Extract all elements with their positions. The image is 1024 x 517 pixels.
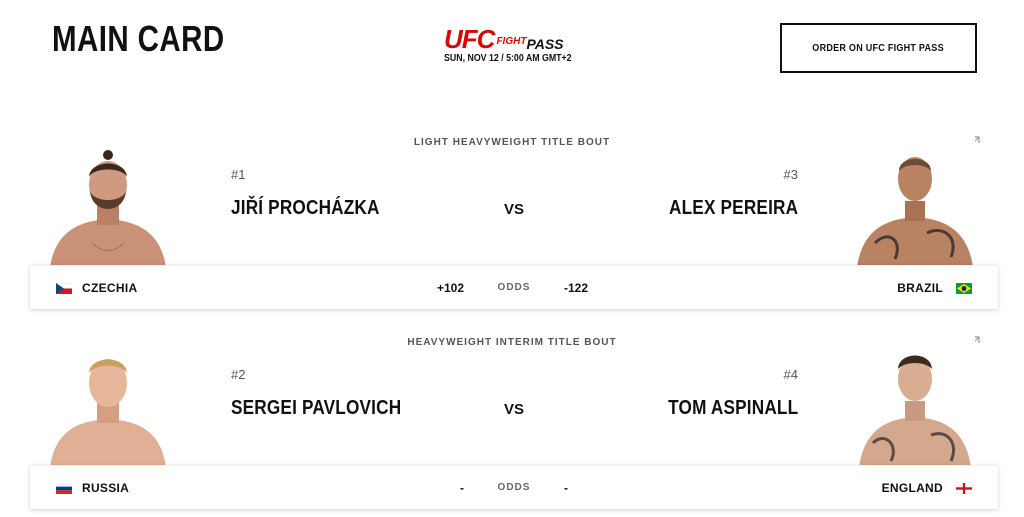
odds-bar: CZECHIA +102 ODDS -122 BRAZIL xyxy=(30,265,998,309)
russia-flag-icon xyxy=(56,483,72,494)
vs-label: VS xyxy=(503,201,524,218)
fighter-photo[interactable] xyxy=(48,133,168,267)
fighter-photo[interactable] xyxy=(855,333,975,467)
order-button-label: ORDER ON UFC FIGHT PASS xyxy=(812,42,945,54)
bout-card[interactable]: HEAVYWEIGHT INTERIM TITLE BOUT #2 #4 SER… xyxy=(0,315,1024,515)
fight-word: FIGHT xyxy=(496,36,527,47)
fighter-name-link[interactable]: JIŘÍ PROCHÁZKA xyxy=(231,197,380,220)
country-label: BRAZIL xyxy=(897,281,943,295)
order-fight-pass-button[interactable]: ORDER ON UFC FIGHT PASS xyxy=(780,23,977,73)
england-flag-icon xyxy=(956,483,972,494)
vs-label: VS xyxy=(503,401,524,418)
pass-word: PASS xyxy=(526,36,564,52)
brand-logo-row: UFC FIGHT PASS xyxy=(444,26,594,52)
odds-label: ODDS xyxy=(497,482,531,493)
fight-pass-logo-text: FIGHT PASS xyxy=(496,36,564,52)
fighter-name-link[interactable]: TOM ASPINALL xyxy=(668,397,798,420)
odds-value: +102 xyxy=(436,281,464,295)
event-date: SUN, NOV 12 / 5:00 AM GMT+2 xyxy=(444,53,572,64)
fighter-rank: #1 xyxy=(231,167,246,182)
fighter-photo[interactable] xyxy=(855,133,975,267)
fighter-rank: #2 xyxy=(231,367,246,382)
ufc-fight-pass-logo: UFC FIGHT PASS SUN, NOV 12 / 5:00 AM GMT… xyxy=(444,26,594,64)
fighter-rank: #3 xyxy=(783,167,798,182)
fighter-photo[interactable] xyxy=(48,333,168,467)
page-title: MAIN CARD xyxy=(52,18,225,59)
fighter-name-link[interactable]: ALEX PEREIRA xyxy=(669,197,798,220)
czechia-flag-icon xyxy=(56,283,72,294)
fighter-name-link[interactable]: SERGEI PAVLOVICH xyxy=(231,397,401,420)
bout-card[interactable]: LIGHT HEAVYWEIGHT TITLE BOUT #1 #3 JIŘÍ … xyxy=(0,115,1024,315)
country-label: RUSSIA xyxy=(82,481,130,495)
odds-bar: RUSSIA - ODDS - ENGLAND xyxy=(30,465,998,509)
brazil-flag-icon xyxy=(956,283,972,294)
odds-value: - xyxy=(460,481,464,495)
fighter-rank: #4 xyxy=(783,367,798,382)
odds-label: ODDS xyxy=(497,282,531,293)
ufc-logo-text: UFC xyxy=(444,24,495,54)
country-label: CZECHIA xyxy=(82,281,138,295)
odds-value: - xyxy=(564,481,568,495)
odds-value: -122 xyxy=(564,281,589,295)
country-label: ENGLAND xyxy=(881,481,943,495)
